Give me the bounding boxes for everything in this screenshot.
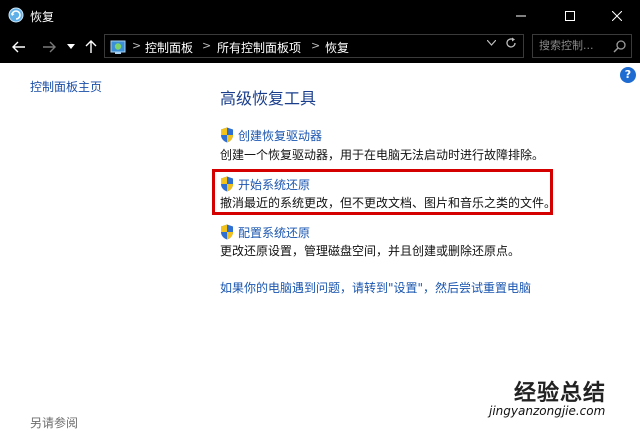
minimize-icon bbox=[516, 15, 526, 16]
arrow-left-icon bbox=[12, 41, 25, 53]
uac-shield-icon bbox=[221, 127, 233, 143]
breadcrumb-all-items[interactable]: 所有控制面板项 bbox=[217, 39, 301, 56]
breadcrumb-control-panel[interactable]: 控制面板 bbox=[145, 39, 193, 56]
uac-shield-icon bbox=[221, 176, 233, 192]
close-button[interactable] bbox=[594, 0, 640, 31]
open-system-restore-description: 撤消最近的系统更改，但不更改文档、图片和音乐之类的文件。 bbox=[220, 196, 557, 210]
maximize-button[interactable] bbox=[547, 0, 593, 31]
breadcrumb-recovery[interactable]: 恢复 bbox=[325, 39, 349, 56]
breadcrumb-separator[interactable]: > bbox=[202, 39, 211, 52]
create-recovery-drive-description: 创建一个恢复驱动器，用于在电脑无法启动时进行故障排除。 bbox=[220, 148, 545, 162]
title-bar: 恢复 bbox=[0, 0, 640, 31]
chevron-down-icon bbox=[486, 39, 497, 46]
chevron-down-icon bbox=[67, 44, 75, 49]
breadcrumb-separator[interactable]: > bbox=[311, 39, 320, 52]
recovery-icon bbox=[8, 7, 24, 23]
arrow-up-icon bbox=[85, 40, 97, 53]
control-panel-icon bbox=[110, 40, 126, 54]
configure-system-restore-link[interactable]: 配置系统还原 bbox=[238, 224, 310, 241]
help-button[interactable]: ? bbox=[620, 67, 636, 83]
refresh-button[interactable] bbox=[505, 37, 517, 53]
search-input[interactable] bbox=[539, 39, 609, 52]
watermark-url: jingyanzongjie.com bbox=[489, 404, 606, 418]
reset-pc-link[interactable]: 如果你的电脑遇到问题，请转到"设置"，然后尝试重置电脑 bbox=[220, 279, 531, 296]
minimize-button[interactable] bbox=[498, 0, 544, 31]
breadcrumb-separator: > bbox=[132, 39, 142, 52]
address-bar[interactable]: > 控制面板 > 所有控制面板项 > 恢复 bbox=[104, 34, 524, 58]
window-title: 恢复 bbox=[30, 10, 55, 24]
forward-button[interactable] bbox=[40, 39, 58, 55]
back-button[interactable] bbox=[10, 39, 28, 55]
maximize-icon bbox=[565, 10, 575, 21]
control-panel-home-link[interactable]: 控制面板主页 bbox=[30, 78, 102, 95]
address-dropdown-button[interactable] bbox=[486, 38, 497, 49]
navigation-bar: > 控制面板 > 所有控制面板项 > 恢复 bbox=[0, 31, 640, 63]
page-title: 高级恢复工具 bbox=[220, 89, 317, 108]
open-system-restore-link[interactable]: 开始系统还原 bbox=[238, 176, 310, 193]
see-also-label: 另请参阅 bbox=[30, 416, 79, 430]
recent-locations-button[interactable] bbox=[65, 39, 77, 55]
search-icon[interactable] bbox=[613, 39, 627, 53]
configure-system-restore-description: 更改还原设置，管理磁盘空间，并且创建或删除还原点。 bbox=[220, 244, 521, 258]
create-recovery-drive-link[interactable]: 创建恢复驱动器 bbox=[238, 127, 322, 144]
up-button[interactable] bbox=[83, 39, 99, 55]
watermark-logo: 经验总结 bbox=[514, 380, 607, 406]
refresh-icon bbox=[506, 37, 516, 48]
uac-shield-icon bbox=[221, 224, 233, 240]
arrow-right-icon bbox=[43, 41, 56, 53]
close-icon bbox=[612, 10, 622, 21]
search-box[interactable] bbox=[532, 34, 632, 58]
